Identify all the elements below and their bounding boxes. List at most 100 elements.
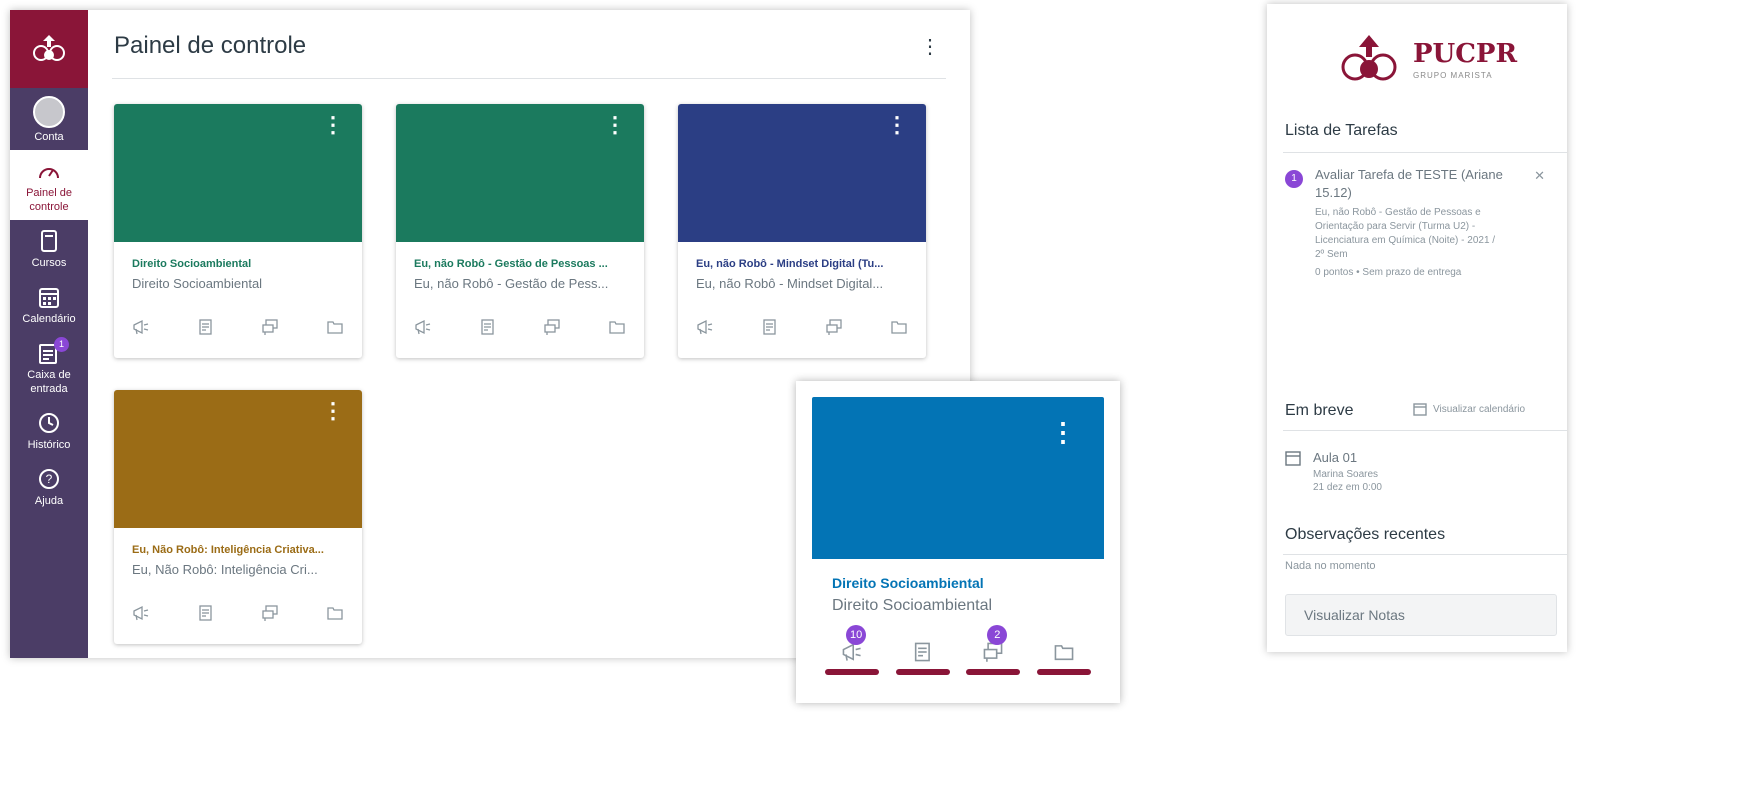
brand-subtitle: GRUPO MARISTA: [1413, 70, 1493, 80]
highlight-underline: [1036, 669, 1091, 675]
todo-item-title[interactable]: Avaliar Tarefa de TESTE (Ariane 15.12): [1315, 166, 1505, 202]
files-icon[interactable]: [608, 318, 626, 336]
course-card-actions: [132, 604, 344, 622]
upcoming-item[interactable]: Aula 01 Marina Soares 21 dez em 0:00: [1285, 450, 1382, 493]
dashboard-right-sidebar: PUCPR GRUPO MARISTA Lista de Tarefas 1 A…: [1267, 4, 1567, 652]
svg-text:?: ?: [46, 472, 53, 486]
pucpr-logo: PUCPR GRUPO MARISTA: [1337, 14, 1537, 104]
discussions-icon[interactable]: [543, 318, 561, 336]
announcements-icon[interactable]: [132, 318, 150, 336]
feedback-heading: Observações recentes: [1285, 526, 1446, 543]
card-options-icon[interactable]: ⋮: [322, 400, 344, 422]
discussions-icon[interactable]: [825, 318, 843, 336]
course-card-header[interactable]: ⋮: [114, 104, 362, 242]
course-card-header[interactable]: ⋮: [114, 390, 362, 528]
assignments-icon[interactable]: [197, 318, 215, 336]
highlight-underline: [895, 669, 950, 675]
nav-courses[interactable]: Cursos: [10, 220, 88, 276]
zoomed-card-actions: 10 2: [824, 625, 1092, 675]
highlight-underline: [966, 669, 1021, 675]
nav-calendar[interactable]: Calendário: [10, 276, 88, 332]
discussions-action[interactable]: 2: [965, 625, 1021, 675]
nav-account[interactable]: Conta: [10, 88, 88, 150]
zoomed-card-header[interactable]: ⋮: [812, 397, 1104, 559]
nav-dashboard-label: Painel de controle: [26, 187, 72, 213]
announcements-icon[interactable]: [696, 318, 714, 336]
nav-history[interactable]: Histórico: [10, 402, 88, 458]
todo-item-meta: 0 pontos • Sem prazo de entrega: [1315, 267, 1462, 278]
assignments-action[interactable]: [895, 641, 951, 675]
global-navigation: Conta Painel de controle Cursos Calendár…: [10, 10, 88, 658]
course-card-subtitle: Direito Socioambiental: [132, 276, 263, 291]
course-card-actions: [132, 318, 344, 336]
highlight-underline: [825, 669, 879, 675]
todo-count-badge: 1: [1285, 170, 1303, 188]
assignments-icon[interactable]: [912, 641, 934, 663]
nav-courses-label: Cursos: [31, 257, 67, 269]
todo-item[interactable]: 1 Avaliar Tarefa de TESTE (Ariane 15.12)…: [1285, 166, 1557, 280]
inbox-icon: 1: [36, 337, 69, 366]
course-card-actions: [696, 318, 908, 336]
course-card-header[interactable]: ⋮: [396, 104, 644, 242]
course-card[interactable]: ⋮ Direito Socioambiental Direito Socioam…: [114, 104, 362, 358]
discussions-count-badge: 2: [987, 625, 1008, 645]
card-options-icon[interactable]: ⋮: [604, 114, 626, 136]
nav-dashboard[interactable]: Painel de controle: [10, 150, 88, 220]
files-icon[interactable]: [1053, 641, 1075, 663]
crest-icon: [1341, 35, 1397, 81]
card-options-icon[interactable]: ⋮: [886, 114, 908, 136]
announcements-action[interactable]: 10: [824, 625, 880, 675]
view-grades-button[interactable]: Visualizar Notas: [1285, 594, 1557, 636]
dismiss-icon[interactable]: ✕: [1534, 168, 1545, 184]
course-card[interactable]: ⋮ Eu, não Robô - Mindset Digital (Tu... …: [678, 104, 926, 358]
announcements-count-badge: 10: [846, 625, 867, 645]
course-card-header[interactable]: ⋮: [678, 104, 926, 242]
course-card-title[interactable]: Direito Socioambiental: [132, 258, 344, 270]
course-card-title[interactable]: Eu, Não Robô: Inteligência Criativa...: [132, 544, 344, 556]
nav-calendar-label: Calendário: [22, 313, 76, 325]
discussions-icon[interactable]: [261, 604, 279, 622]
todo-item-course: Eu, não Robô - Gestão de Pessoas e Orien…: [1315, 207, 1496, 260]
zoomed-course-card-callout: ⋮ Direito Socioambiental Direito Socioam…: [796, 381, 1120, 703]
announcements-icon[interactable]: [414, 318, 432, 336]
course-card-title[interactable]: Eu, não Robô - Gestão de Pessoas ...: [414, 258, 626, 270]
nav-account-label: Conta: [34, 131, 64, 143]
files-icon[interactable]: [326, 318, 344, 336]
dashboard-icon: [36, 158, 62, 184]
course-card[interactable]: ⋮ Eu, Não Robô: Inteligência Criativa...…: [114, 390, 362, 644]
discussions-icon[interactable]: [261, 318, 279, 336]
nav-inbox[interactable]: 1 Caixa de entrada: [10, 332, 88, 402]
nav-help[interactable]: ? Ajuda: [10, 458, 88, 514]
nav-history-label: Histórico: [27, 439, 71, 451]
zoomed-card-subtitle: Direito Socioambiental: [832, 597, 993, 614]
calendar-icon: [1413, 403, 1427, 416]
course-card[interactable]: ⋮ Eu, não Robô - Gestão de Pessoas ... E…: [396, 104, 644, 358]
files-action[interactable]: [1036, 641, 1092, 675]
course-card-actions: [414, 318, 626, 336]
zoomed-card-title[interactable]: Direito Socioambiental: [832, 575, 1084, 591]
assignments-icon[interactable]: [479, 318, 497, 336]
files-icon[interactable]: [890, 318, 908, 336]
inbox-unread-badge: 1: [54, 337, 69, 352]
card-options-icon[interactable]: ⋮: [322, 114, 344, 136]
announcements-icon[interactable]: [132, 604, 150, 622]
todo-divider: [1283, 152, 1567, 153]
zoomed-course-card[interactable]: ⋮ Direito Socioambiental Direito Socioam…: [812, 397, 1104, 687]
calendar-icon: [36, 284, 62, 310]
upcoming-item-date: 21 dez em 0:00: [1313, 482, 1382, 493]
upcoming-item-teacher: Marina Soares: [1313, 469, 1379, 480]
card-options-icon[interactable]: ⋮: [1050, 417, 1076, 448]
view-calendar-link[interactable]: Visualizar calendário: [1413, 402, 1525, 416]
assignments-icon[interactable]: [761, 318, 779, 336]
todo-heading: Lista de Tarefas: [1285, 122, 1398, 139]
help-icon: ?: [36, 466, 62, 492]
institution-logo[interactable]: [10, 10, 88, 88]
nav-inbox-label: Caixa de entrada: [27, 369, 71, 395]
dashboard-options-icon[interactable]: ⋮: [920, 34, 940, 59]
files-icon[interactable]: [326, 604, 344, 622]
upcoming-item-title[interactable]: Aula 01: [1313, 450, 1382, 465]
assignments-icon[interactable]: [197, 604, 215, 622]
nav-help-label: Ajuda: [34, 495, 64, 507]
course-card-subtitle: Eu, não Robô - Mindset Digital...: [696, 276, 884, 291]
course-card-title[interactable]: Eu, não Robô - Mindset Digital (Tu...: [696, 258, 908, 270]
